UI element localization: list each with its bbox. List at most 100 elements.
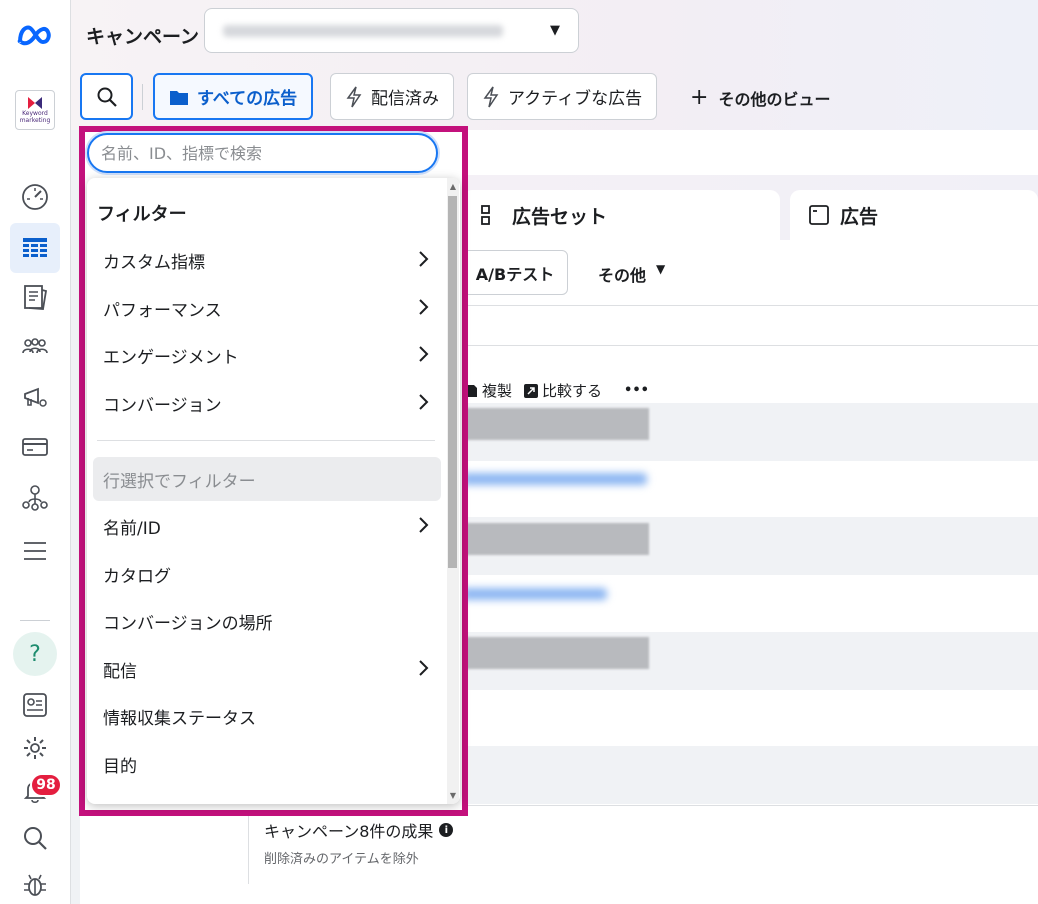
divider xyxy=(462,345,1038,346)
row-actions-bar: 複製 比較する ••• xyxy=(466,380,649,401)
filter-search-input[interactable] xyxy=(89,135,436,171)
megaphone-gear-icon xyxy=(24,387,47,407)
filter-item-label: 名前/ID xyxy=(103,518,161,539)
filter-item-name-id[interactable]: 名前/ID xyxy=(93,504,441,548)
left-rail: Keyword marketing ? 98 xyxy=(0,0,71,904)
rail-report-bug[interactable] xyxy=(10,860,60,904)
filter-item-label: 目的 xyxy=(103,756,137,777)
filter-item-label: コンバージョンの場所 xyxy=(103,613,273,634)
filter-item-engagement[interactable]: エンゲージメント xyxy=(93,333,441,377)
filter-item-learning-status[interactable]: 情報収集ステータス xyxy=(93,694,441,738)
filter-item-label: 情報収集ステータス xyxy=(103,708,256,729)
duplicate-label: 複製 xyxy=(482,382,513,400)
view-all-ads-button[interactable]: すべての広告 xyxy=(153,73,314,120)
chevron-right-icon xyxy=(419,299,429,315)
redacted-cell xyxy=(462,408,649,440)
rail-business-tools[interactable] xyxy=(10,472,60,522)
filter-item-label: パフォーマンス xyxy=(103,300,222,321)
filter-scrollbar[interactable]: ▲ ▼ xyxy=(447,178,459,804)
filter-item-performance[interactable]: パフォーマンス xyxy=(93,286,441,330)
tab-ads-label: 広告 xyxy=(840,205,879,228)
info-icon[interactable]: i xyxy=(439,823,454,837)
other-actions-label: その他 xyxy=(598,266,647,285)
filter-item-label: 配信 xyxy=(103,661,137,682)
brand-name-line2: marketing xyxy=(19,117,51,124)
chevron-right-icon xyxy=(419,346,429,362)
rail-pages[interactable] xyxy=(10,272,60,322)
filter-item-label: エンゲージメント xyxy=(103,347,239,368)
chevron-right-icon xyxy=(419,251,429,267)
tab-ads[interactable]: 広告 xyxy=(790,190,1038,240)
lightning-icon xyxy=(346,86,362,107)
id-card-icon xyxy=(23,693,47,717)
results-summary-title: キャンペーン8件の成果 xyxy=(264,822,434,841)
chevron-down-icon: ▼ xyxy=(656,262,666,276)
duplicate-button[interactable]: 複製 xyxy=(466,380,512,401)
search-icon xyxy=(97,87,117,107)
audience-icon xyxy=(22,338,48,354)
filter-item-conversion[interactable]: コンバージョン xyxy=(93,381,441,425)
view-active-ads-button[interactable]: アクティブな広告 xyxy=(467,73,658,120)
gauge-icon xyxy=(22,184,48,210)
redacted-link[interactable] xyxy=(462,588,607,600)
brand-logo[interactable]: Keyword marketing xyxy=(15,90,55,130)
filter-dropdown: フィルター カスタム指標 パフォーマンス エンゲージメント コンバージョン 行選… xyxy=(87,178,460,804)
redacted-cell xyxy=(462,523,649,555)
column-divider xyxy=(248,808,249,884)
search-icon xyxy=(24,827,47,850)
results-summary: キャンペーン8件の成果 i 削除済みのアイテムを除外 xyxy=(264,818,454,867)
help-button[interactable]: ? xyxy=(13,632,57,676)
view-delivered-label: 配信済み xyxy=(371,89,439,109)
ab-test-button[interactable]: A/Bテスト xyxy=(462,250,568,295)
chevron-down-icon: ▼ xyxy=(550,23,560,38)
table-icon xyxy=(23,238,47,257)
redacted-cell xyxy=(462,637,649,669)
rail-audiences[interactable] xyxy=(10,322,60,372)
filter-search-field[interactable] xyxy=(87,133,438,173)
brand-mark-icon xyxy=(28,97,42,109)
meta-logo-icon[interactable] xyxy=(14,20,56,50)
rail-search[interactable] xyxy=(10,813,60,863)
filter-divider xyxy=(97,440,435,441)
chevron-right-icon xyxy=(419,660,429,676)
chevron-right-icon xyxy=(419,394,429,410)
filter-item-label: カスタム指標 xyxy=(103,252,205,273)
more-options-icon[interactable]: ••• xyxy=(624,383,649,398)
scroll-up-arrow-icon[interactable]: ▲ xyxy=(450,182,456,191)
more-views-button[interactable]: + その他のビュー xyxy=(690,85,830,110)
view-delivered-button[interactable]: 配信済み xyxy=(330,73,454,120)
table-row[interactable] xyxy=(462,746,1038,804)
filter-item-custom-metrics[interactable]: カスタム指標 xyxy=(93,238,441,282)
filter-item-delivery[interactable]: 配信 xyxy=(93,647,441,691)
pages-icon xyxy=(24,285,48,310)
scrollbar-thumb[interactable] xyxy=(448,196,457,568)
filter-item-objective[interactable]: 目的 xyxy=(93,742,441,786)
hamburger-menu-icon xyxy=(24,542,46,560)
rail-campaign-tools[interactable] xyxy=(10,372,60,422)
tab-adsets[interactable]: 広告セット xyxy=(462,190,780,240)
filter-item-conversion-location[interactable]: コンバージョンの場所 xyxy=(93,599,441,643)
plus-icon: + xyxy=(690,85,709,110)
redacted-link[interactable] xyxy=(462,473,647,485)
lightning-icon xyxy=(483,86,499,107)
search-button[interactable] xyxy=(80,73,133,120)
network-icon xyxy=(22,485,48,511)
divider xyxy=(462,305,1038,306)
filter-title: フィルター xyxy=(97,204,187,225)
ad-window-icon xyxy=(809,205,829,225)
rail-ads-manager[interactable] xyxy=(10,223,60,273)
rail-dashboard[interactable] xyxy=(10,172,60,222)
filter-item-row-selection: 行選択でフィルター xyxy=(93,457,441,501)
compare-button[interactable]: 比較する xyxy=(524,380,602,401)
campaign-selector[interactable]: ▼ xyxy=(204,8,579,53)
filter-item-label: カタログ xyxy=(103,566,171,587)
filter-item-label: 行選択でフィルター xyxy=(103,471,256,492)
rail-menu[interactable] xyxy=(10,526,60,576)
compare-label: 比較する xyxy=(542,382,603,400)
scroll-down-arrow-icon[interactable]: ▼ xyxy=(450,791,456,800)
chevron-right-icon xyxy=(419,517,429,533)
rail-billing[interactable] xyxy=(10,422,60,472)
other-actions-button[interactable]: その他 ▼ xyxy=(598,262,665,286)
gear-icon xyxy=(24,737,46,759)
filter-item-catalog[interactable]: カタログ xyxy=(93,552,441,596)
